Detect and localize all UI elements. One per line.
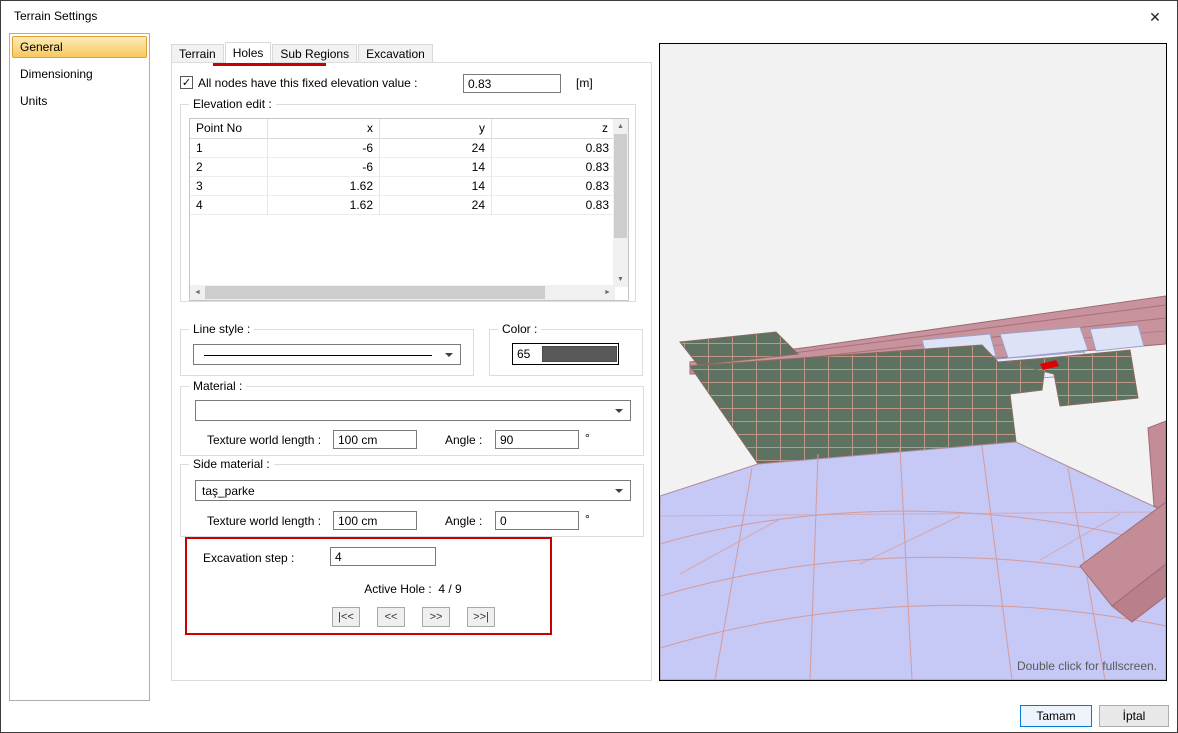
- chevron-down-icon: [615, 489, 623, 493]
- excavation-step-label: Excavation step :: [203, 551, 295, 565]
- cell[interactable]: 0.83: [492, 139, 615, 158]
- material-texture-input[interactable]: [333, 430, 417, 449]
- last-hole-button[interactable]: >>|: [467, 607, 495, 627]
- sidebar-item-dimensioning[interactable]: Dimensioning: [12, 63, 147, 85]
- scroll-left-icon[interactable]: ◄: [190, 285, 205, 300]
- cell[interactable]: 0.83: [492, 196, 615, 215]
- color-value[interactable]: 65: [514, 347, 542, 361]
- col-header-point-no[interactable]: Point No: [190, 119, 268, 139]
- material-angle-input[interactable]: [495, 430, 579, 449]
- fixed-elevation-unit: [m]: [576, 76, 593, 90]
- cell[interactable]: 14: [380, 158, 492, 177]
- horizontal-scrollbar[interactable]: ◄ ►: [190, 285, 615, 300]
- cell[interactable]: -6: [268, 139, 380, 158]
- side-material-texture-label: Texture world length :: [207, 514, 322, 528]
- cell[interactable]: -6: [268, 158, 380, 177]
- side-material-selected: taş_parke: [202, 484, 255, 498]
- table-row[interactable]: 2 -6 14 0.83: [190, 158, 615, 177]
- col-header-y[interactable]: y: [380, 119, 492, 139]
- tab-terrain[interactable]: Terrain: [171, 44, 224, 63]
- terrain-3d-preview[interactable]: Double click for fullscreen.: [659, 43, 1167, 681]
- titlebar: Terrain Settings ✕: [1, 1, 1177, 31]
- cell[interactable]: 1.62: [268, 177, 380, 196]
- sidebar-item-units[interactable]: Units: [12, 90, 147, 112]
- line-style-sample: [204, 355, 432, 356]
- cell[interactable]: 1: [190, 139, 268, 158]
- scroll-up-icon[interactable]: ▲: [613, 119, 628, 134]
- vertical-scroll-thumb[interactable]: [614, 134, 627, 238]
- table-row[interactable]: 4 1.62 24 0.83: [190, 196, 615, 215]
- side-material-title: Side material :: [189, 457, 274, 471]
- material-title: Material :: [189, 379, 247, 393]
- cell[interactable]: 0.83: [492, 177, 615, 196]
- previous-hole-button[interactable]: <<: [377, 607, 405, 627]
- cell[interactable]: 24: [380, 196, 492, 215]
- check-icon: ✓: [181, 77, 192, 89]
- table-header-row: Point No x y z: [190, 119, 615, 139]
- table-row[interactable]: 3 1.62 14 0.83: [190, 177, 615, 196]
- ok-button[interactable]: Tamam: [1020, 705, 1092, 727]
- terrain-3d-scene: [660, 44, 1166, 680]
- category-list: General Dimensioning Units: [9, 33, 150, 701]
- first-hole-button[interactable]: |<<: [332, 607, 360, 627]
- col-header-x[interactable]: x: [268, 119, 380, 139]
- side-material-angle-unit: °: [585, 512, 590, 526]
- excavation-step-input[interactable]: [330, 547, 436, 566]
- line-style-combobox[interactable]: [193, 344, 461, 365]
- active-tab-underline: [213, 63, 326, 66]
- color-group: Color : 65: [489, 322, 643, 376]
- col-header-z[interactable]: z: [492, 119, 615, 139]
- cell[interactable]: 24: [380, 139, 492, 158]
- close-icon[interactable]: ✕: [1145, 7, 1165, 27]
- sidebar-item-general[interactable]: General: [12, 36, 147, 58]
- side-material-combobox[interactable]: taş_parke: [195, 480, 631, 501]
- horizontal-scroll-thumb[interactable]: [205, 286, 545, 299]
- elevation-table: Point No x y z 1 -6 24 0.83 2 -6 14 0.83…: [189, 118, 629, 301]
- side-material-angle-label: Angle :: [445, 514, 483, 528]
- elevation-grid[interactable]: Point No x y z 1 -6 24 0.83 2 -6 14 0.83…: [190, 119, 615, 287]
- cell[interactable]: 14: [380, 177, 492, 196]
- fixed-elevation-checkbox[interactable]: ✓: [180, 76, 193, 89]
- fullscreen-hint: Double click for fullscreen.: [1016, 659, 1157, 673]
- elevation-edit-group: Elevation edit : Point No x y z 1 -6 24 …: [180, 97, 636, 302]
- material-angle-unit: °: [585, 431, 590, 445]
- line-style-group: Line style :: [180, 322, 474, 376]
- color-swatch[interactable]: [542, 346, 617, 362]
- chevron-down-icon: [445, 353, 453, 357]
- line-style-title: Line style :: [189, 322, 255, 336]
- fixed-elevation-label: All nodes have this fixed elevation valu…: [198, 76, 418, 90]
- cell[interactable]: 3: [190, 177, 268, 196]
- side-material-group: Side material : taş_parke Texture world …: [180, 457, 644, 537]
- tab-holes[interactable]: Holes: [224, 42, 272, 63]
- cell[interactable]: 0.83: [492, 158, 615, 177]
- side-material-texture-input[interactable]: [333, 511, 417, 530]
- next-hole-button[interactable]: >>: [422, 607, 450, 627]
- terrain-settings-dialog: Terrain Settings ✕ General Dimensioning …: [0, 0, 1178, 733]
- scroll-down-icon[interactable]: ▼: [613, 272, 628, 287]
- cancel-button[interactable]: İptal: [1099, 705, 1169, 727]
- side-material-angle-input[interactable]: [495, 511, 579, 530]
- cell[interactable]: 2: [190, 158, 268, 177]
- cell[interactable]: 4: [190, 196, 268, 215]
- tab-strip: Terrain Holes Sub Regions Excavation: [171, 42, 434, 63]
- vertical-scrollbar[interactable]: ▲ ▼: [613, 119, 628, 287]
- material-group: Material : Texture world length : Angle …: [180, 379, 644, 456]
- scroll-right-icon[interactable]: ►: [600, 285, 615, 300]
- elevation-edit-title: Elevation edit :: [189, 97, 276, 111]
- fixed-elevation-input[interactable]: [463, 74, 561, 93]
- cell[interactable]: 1.62: [268, 196, 380, 215]
- holes-tab-page: ✓ All nodes have this fixed elevation va…: [171, 62, 652, 681]
- chevron-down-icon: [615, 409, 623, 413]
- window-title: Terrain Settings: [14, 9, 98, 23]
- material-angle-label: Angle :: [445, 433, 483, 447]
- table-row[interactable]: 1 -6 24 0.83: [190, 139, 615, 158]
- excavation-nav-highlight: Excavation step : Active Hole : 4 / 9 |<…: [185, 537, 552, 635]
- material-texture-label: Texture world length :: [207, 433, 322, 447]
- color-picker[interactable]: 65: [512, 343, 619, 365]
- tab-sub-regions[interactable]: Sub Regions: [272, 44, 358, 63]
- color-title: Color :: [498, 322, 542, 336]
- material-combobox[interactable]: [195, 400, 631, 421]
- tab-excavation[interactable]: Excavation: [358, 44, 433, 63]
- active-hole-label: Active Hole : 4 / 9: [364, 582, 462, 596]
